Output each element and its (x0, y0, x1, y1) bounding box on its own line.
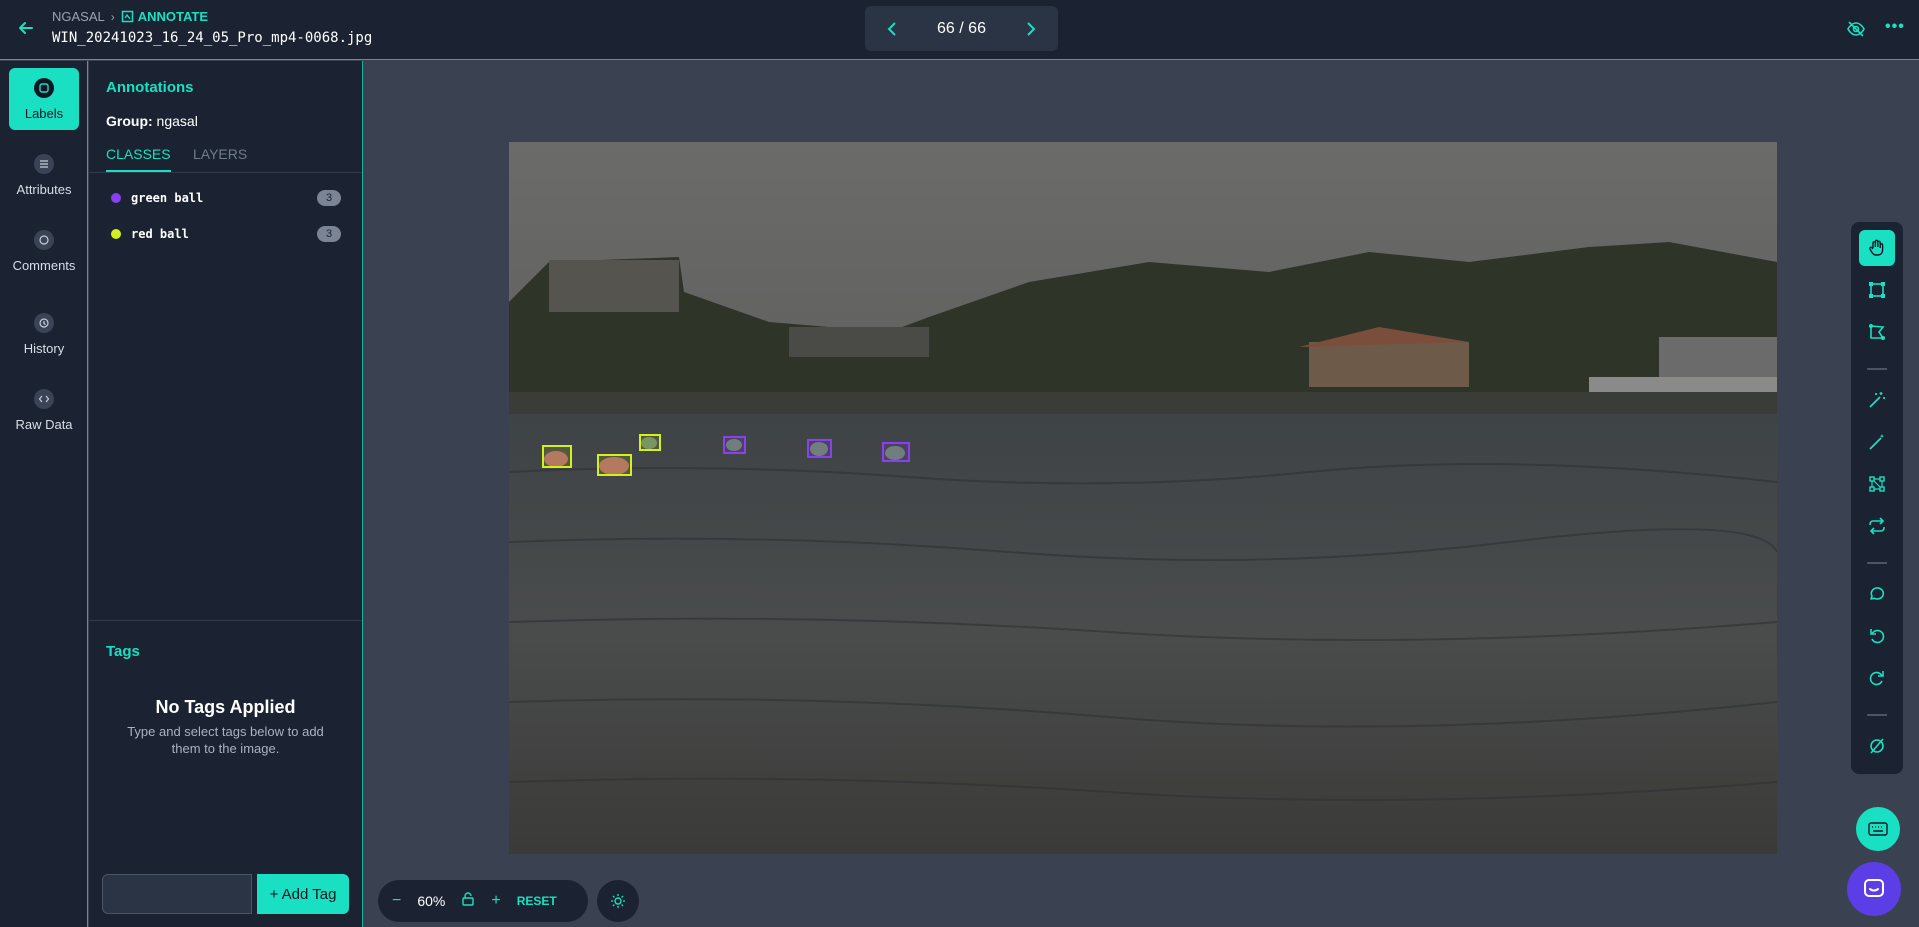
nav-history[interactable]: History (9, 303, 79, 365)
next-image-icon[interactable] (1024, 21, 1038, 36)
nav-comments-label: Comments (12, 257, 76, 273)
zoom-controls: − 60% + RESET (378, 880, 588, 922)
previous-image-icon[interactable] (885, 21, 899, 36)
bbox-green-ball[interactable] (807, 439, 832, 458)
toolbar-divider (1867, 562, 1887, 564)
panel-title: Annotations (106, 79, 194, 96)
list-icon (34, 153, 54, 174)
sun-icon (611, 894, 625, 908)
repeat-icon (1869, 517, 1885, 535)
undo-icon (1870, 629, 1885, 644)
keyboard-shortcuts-button[interactable] (1856, 807, 1900, 851)
keypoint-icon (1869, 476, 1885, 492)
tab-classes[interactable]: CLASSES (106, 146, 171, 172)
code-icon (34, 388, 54, 409)
brightness-button[interactable] (597, 880, 639, 922)
clear-tool[interactable] (1859, 728, 1895, 764)
toolbar-divider (1867, 368, 1887, 370)
group-label: Group: (106, 113, 153, 129)
class-item-red-ball[interactable]: red ball 3 (111, 224, 341, 244)
nav-labels[interactable]: Labels (9, 68, 79, 130)
class-item-green-ball[interactable]: green ball 3 (111, 188, 341, 208)
zoom-in-button[interactable]: + (491, 892, 500, 910)
tag-icon (34, 77, 54, 98)
nav-history-label: History (23, 340, 65, 356)
support-chat-button[interactable] (1847, 862, 1901, 916)
reset-zoom-button[interactable]: RESET (517, 894, 557, 908)
auto-annotate-tool[interactable] (1859, 382, 1895, 418)
chat-icon (1864, 879, 1884, 897)
class-count-badge: 3 (317, 226, 341, 242)
nav-attributes[interactable]: Attributes (9, 144, 79, 206)
top-bar: NGASAL › ANNOTATE WIN_20241023_16_24_05_… (0, 0, 1919, 60)
back-arrow-icon[interactable] (16, 18, 36, 38)
annotation-canvas[interactable] (509, 142, 1777, 854)
nav-labels-label: Labels (24, 105, 64, 121)
polygon-icon (1869, 324, 1885, 340)
breadcrumb-current-label: ANNOTATE (137, 9, 209, 24)
nav-raw-data-label: Raw Data (15, 416, 73, 432)
bbox-red-ball[interactable] (639, 434, 661, 451)
keypoint-tool[interactable] (1859, 466, 1895, 502)
comment-icon (1870, 587, 1885, 600)
tab-layers[interactable]: LAYERS (193, 146, 247, 170)
history-icon (34, 312, 54, 333)
polygon-tool[interactable] (1859, 314, 1895, 350)
tags-title: Tags (106, 643, 140, 660)
bbox-red-ball[interactable] (597, 454, 632, 476)
breadcrumb: NGASAL › ANNOTATE (52, 9, 208, 24)
comment-icon (34, 229, 54, 250)
left-navigation: Labels Attributes Comments History Raw D… (0, 61, 88, 927)
image-pager: 66 / 66 (865, 6, 1058, 51)
toolbar-divider (1867, 714, 1887, 716)
bounding-box-tool[interactable] (1859, 272, 1895, 308)
redo-icon (1869, 671, 1884, 686)
breadcrumb-root[interactable]: NGASAL (52, 9, 105, 24)
lock-zoom-icon[interactable] (461, 891, 475, 911)
pan-tool[interactable] (1859, 230, 1895, 266)
nav-raw-data[interactable]: Raw Data (9, 379, 79, 441)
bbox-red-ball[interactable] (542, 445, 572, 468)
scene-image (509, 142, 1777, 854)
hand-icon (1869, 239, 1884, 256)
breadcrumb-current: ANNOTATE (121, 9, 208, 24)
nav-comments[interactable]: Comments (9, 220, 79, 282)
file-name: WIN_20241023_16_24_05_Pro_mp4-0068.jpg (52, 30, 373, 46)
class-name: green ball (131, 191, 204, 205)
magic-select-icon (1869, 392, 1885, 408)
undo-tool[interactable] (1859, 618, 1895, 654)
keyboard-icon (1868, 822, 1888, 836)
image-counter: 66 / 66 (937, 19, 986, 37)
class-name: red ball (131, 227, 189, 241)
tools-toolbar (1851, 222, 1903, 774)
redo-tool[interactable] (1859, 660, 1895, 696)
hide-annotations-icon[interactable] (1846, 19, 1866, 39)
magic-wand-icon (1869, 434, 1884, 450)
magic-wand-tool[interactable] (1859, 424, 1895, 460)
class-color-dot (111, 229, 121, 239)
tag-input[interactable] (102, 874, 252, 914)
no-tags-description: Type and select tags below to add them t… (127, 724, 324, 756)
more-options-icon[interactable]: ••• (1885, 18, 1905, 36)
no-tags-title: No Tags Applied (155, 697, 296, 717)
nav-attributes-label: Attributes (16, 181, 72, 197)
null-icon (1870, 738, 1884, 754)
zoom-level: 60% (417, 893, 446, 909)
annotate-icon (121, 10, 133, 23)
group-info: Group: ngasal (106, 113, 198, 129)
add-tag-button[interactable]: + Add Tag (257, 874, 349, 914)
class-color-dot (111, 193, 121, 203)
chevron-right-icon: › (110, 9, 115, 24)
comment-tool[interactable] (1859, 576, 1895, 612)
group-value: ngasal (156, 113, 198, 129)
bbox-green-ball[interactable] (723, 436, 746, 454)
tabs-divider (89, 172, 362, 173)
class-count-badge: 3 (317, 190, 341, 206)
bounding-box-icon (1869, 282, 1885, 298)
annotations-panel: Annotations Group: ngasal CLASSES LAYERS… (89, 61, 363, 927)
bbox-green-ball[interactable] (882, 442, 910, 462)
zoom-out-button[interactable]: − (392, 892, 401, 910)
convert-tool[interactable] (1859, 508, 1895, 544)
